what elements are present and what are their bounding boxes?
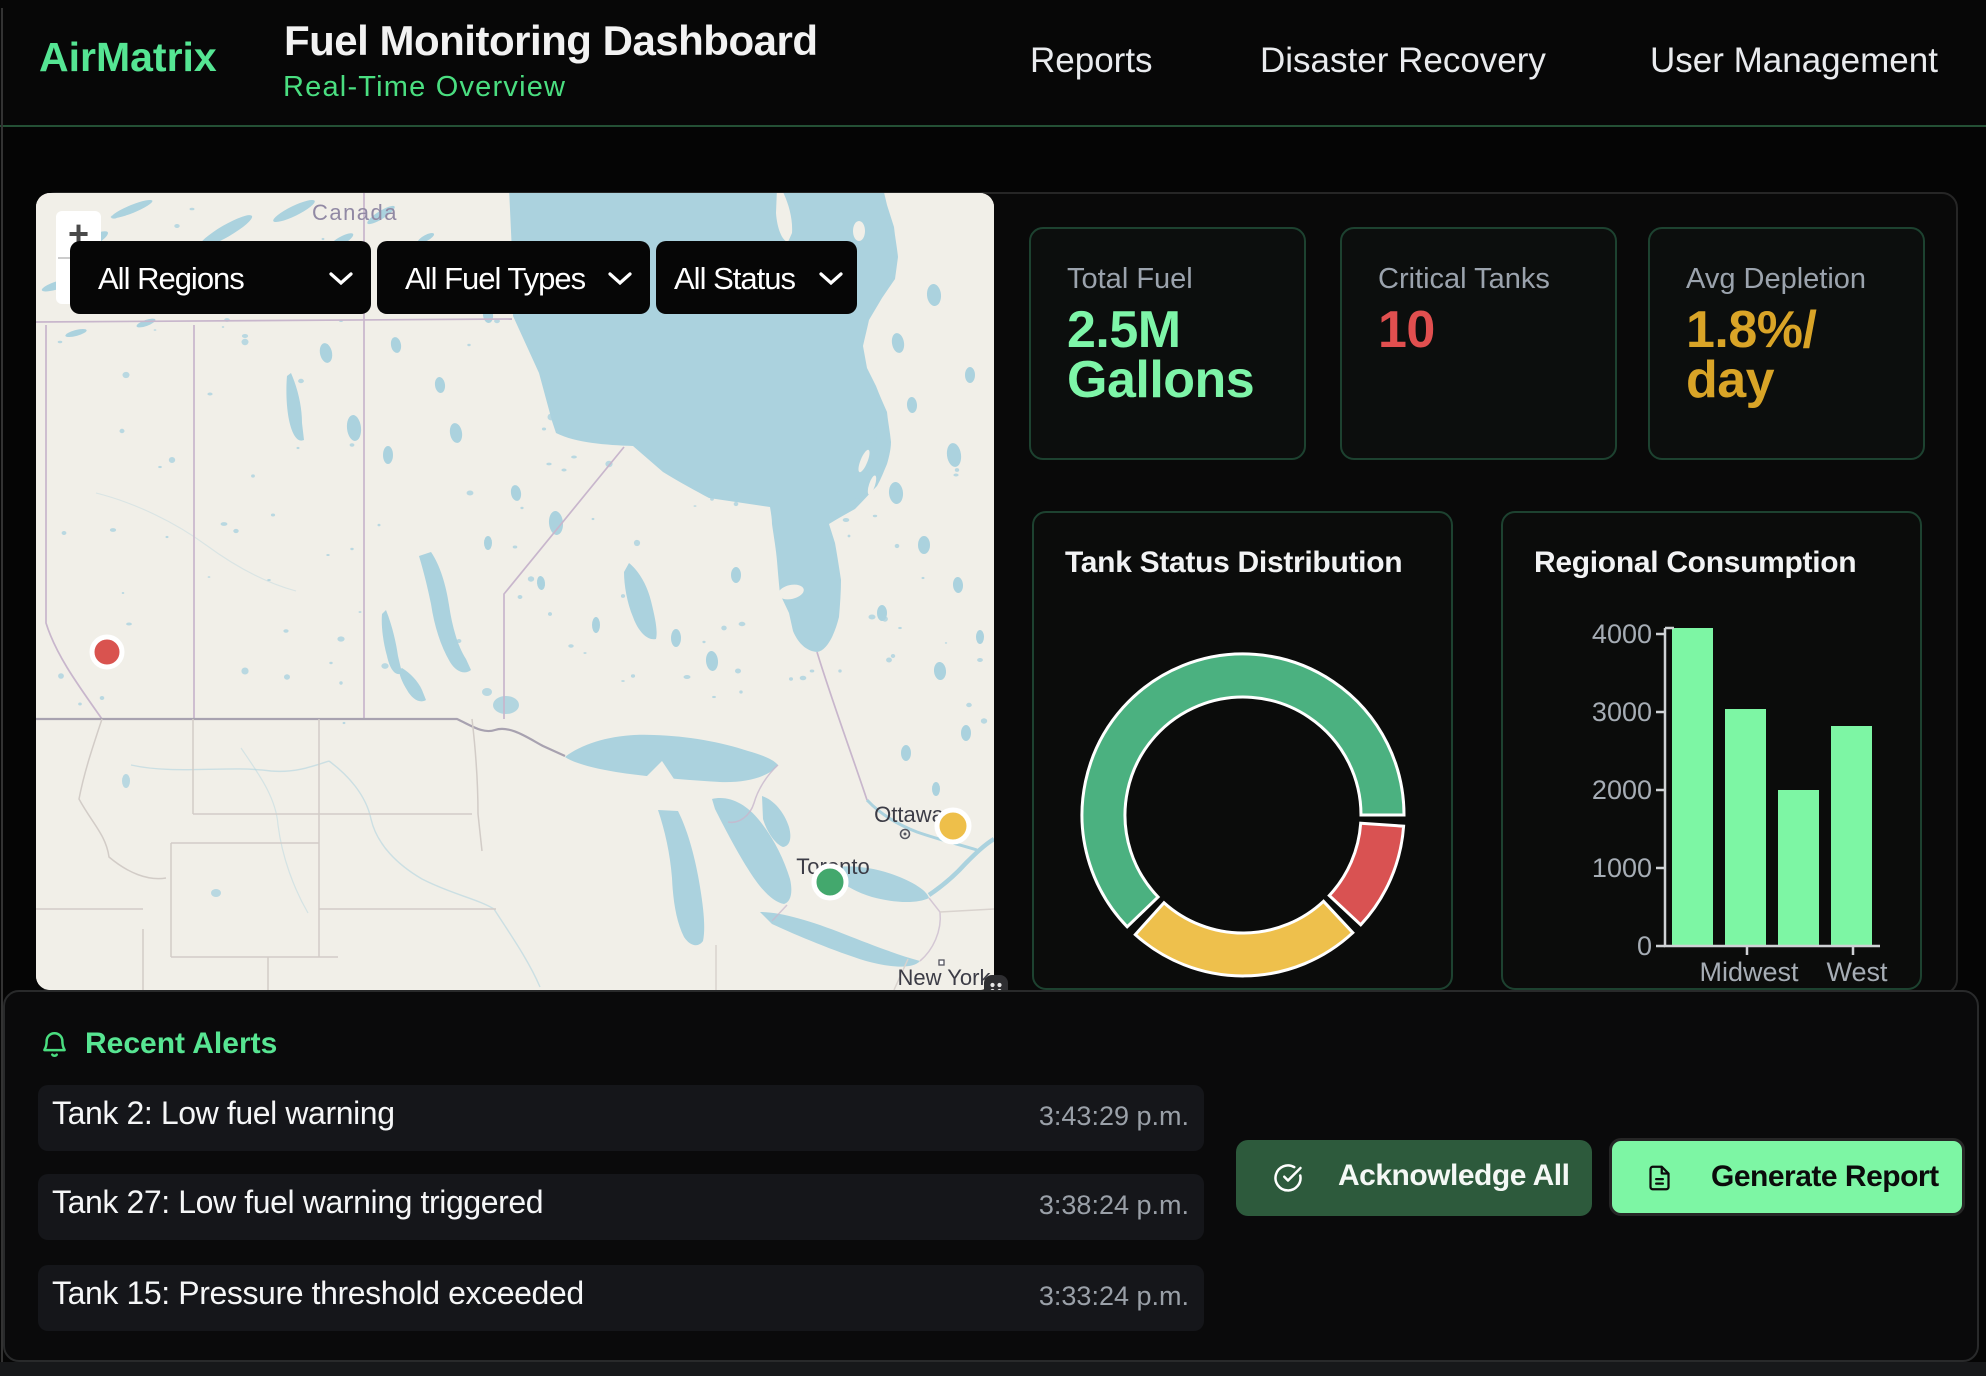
- svg-text:Midwest: Midwest: [1699, 957, 1799, 987]
- svg-text:0: 0: [1637, 931, 1652, 961]
- svg-text:West: West: [1826, 957, 1888, 987]
- svg-text:3000: 3000: [1592, 697, 1652, 727]
- svg-text:1000: 1000: [1592, 853, 1652, 883]
- svg-text:4000: 4000: [1592, 619, 1652, 649]
- svg-text:2000: 2000: [1592, 775, 1652, 805]
- svg-text:Canada: Canada: [312, 200, 398, 225]
- svg-text:New York: New York: [898, 965, 992, 990]
- svg-text:Ottawa: Ottawa: [874, 802, 944, 827]
